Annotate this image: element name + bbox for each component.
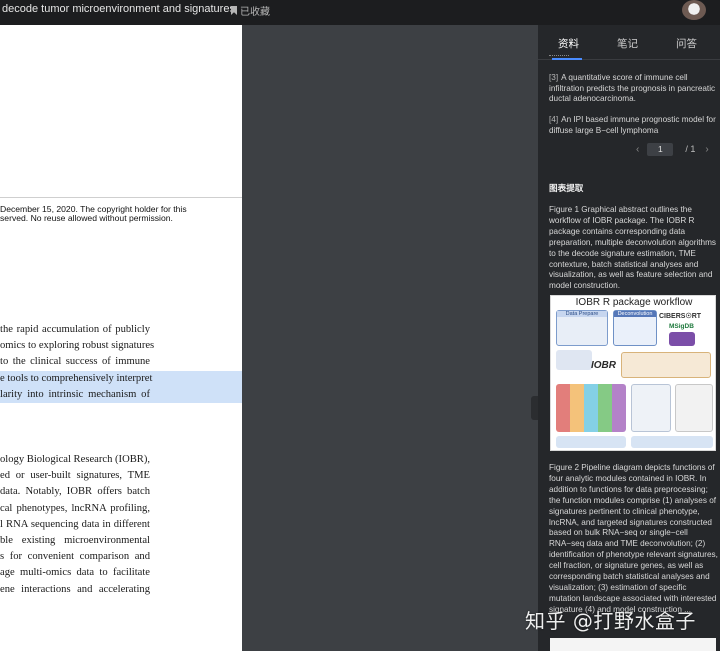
figure-panel: Deconvolution	[613, 310, 657, 346]
tab-materials[interactable]: 资料	[558, 36, 579, 51]
text-line: ble existing microenvironmental	[0, 534, 150, 546]
tab-notes[interactable]: 笔记	[617, 36, 638, 51]
saved-label: 已收藏	[240, 7, 270, 18]
section-title: 图表提取	[549, 183, 584, 193]
figure-label: MSigDB	[669, 323, 694, 330]
figure-title: IOBR R package workflow	[575, 297, 693, 308]
next-page-icon[interactable]: ›	[705, 144, 708, 155]
text-line: to the clinical success of immune	[0, 356, 150, 368]
tab-qa[interactable]: 问答	[676, 36, 697, 51]
figure-panel	[631, 436, 713, 448]
saved-button[interactable]: 已收藏	[231, 3, 270, 18]
text-line: the rapid accumulation of publicly	[0, 324, 150, 335]
prev-page-icon[interactable]: ‹	[636, 144, 639, 155]
text-line: omics to exploring robust signatures	[0, 340, 155, 352]
text-line: s for convenient comparison and	[0, 551, 150, 563]
figure-panel	[556, 384, 626, 432]
document-title: decode tumor microenvironment and signat…	[2, 3, 235, 15]
copyright-notice: December 15, 2020. The copyright holder …	[0, 205, 242, 223]
text-line: ed or user-built signatures, TME	[0, 470, 150, 482]
watermark: 知乎 @打野水盒子	[525, 609, 696, 633]
reference-item[interactable]: [3] A quantitative score of immune cell i…	[549, 73, 719, 105]
figure-thumbnail[interactable]	[550, 638, 716, 651]
text-line: ene interactions and accelerating	[0, 583, 150, 595]
avatar[interactable]	[682, 0, 706, 20]
figure-label: CIBERS☉RT	[659, 313, 702, 320]
figure-panel	[621, 352, 711, 378]
footer-rule	[0, 197, 242, 198]
abstract-paragraph-2[interactable]: ology Biological Research (IOBR), ed or …	[0, 452, 242, 598]
copyright-line: served. No reuse allowed without permiss…	[0, 213, 173, 223]
top-bar: decode tumor microenvironment and signat…	[0, 0, 720, 25]
figure-panel: Data Prepare	[556, 310, 608, 346]
truncated-reference	[549, 55, 569, 58]
figure-caption: Figure 1 Graphical abstract outlines the…	[549, 205, 717, 291]
reference-pager: ‹ 1 / 1 ›	[636, 142, 709, 156]
figure-panel	[556, 436, 626, 448]
figure-panel	[669, 332, 695, 346]
page-total: / 1	[685, 144, 696, 154]
highlighted-text-line: e tools to comprehensively interpret	[0, 370, 242, 387]
figure-label: IOBR	[591, 360, 616, 371]
text-line: l RNA sequencing data in different	[0, 518, 150, 530]
side-panel: 资料 笔记 问答 [3] A quantitative score of immu…	[538, 25, 720, 651]
abstract-paragraph-1[interactable]: the rapid accumulation of publicly omics…	[0, 322, 242, 403]
text-line: data. Notably, IOBR offers batch	[0, 486, 150, 498]
figure-caption: Figure 2 Pipeline diagram depicts functi…	[549, 463, 718, 614]
pdf-page[interactable]: December 15, 2020. The copyright holder …	[0, 25, 242, 651]
panel-collapse-handle[interactable]	[531, 396, 538, 420]
active-tab-indicator	[552, 58, 582, 60]
highlighted-text-line: larity into intrinsic mechanism of	[0, 386, 242, 403]
text-line: ology Biological Research (IOBR),	[0, 454, 151, 465]
figure-thumbnail[interactable]: IOBR R package workflow Data Prepare Dec…	[550, 295, 716, 451]
bookmark-icon	[231, 6, 237, 15]
viewer-background	[242, 25, 538, 651]
text-line: cal phenotypes, lncRNA profiling,	[0, 502, 150, 514]
page-number-input[interactable]: 1	[647, 142, 674, 156]
figure-panel	[631, 384, 671, 432]
text-line: age multi-omics data to facilitate	[0, 567, 150, 579]
figure-panel	[675, 384, 713, 432]
figure-panel	[556, 350, 592, 370]
reference-item[interactable]: [4] An IPI based immune prognostic model …	[549, 115, 719, 136]
